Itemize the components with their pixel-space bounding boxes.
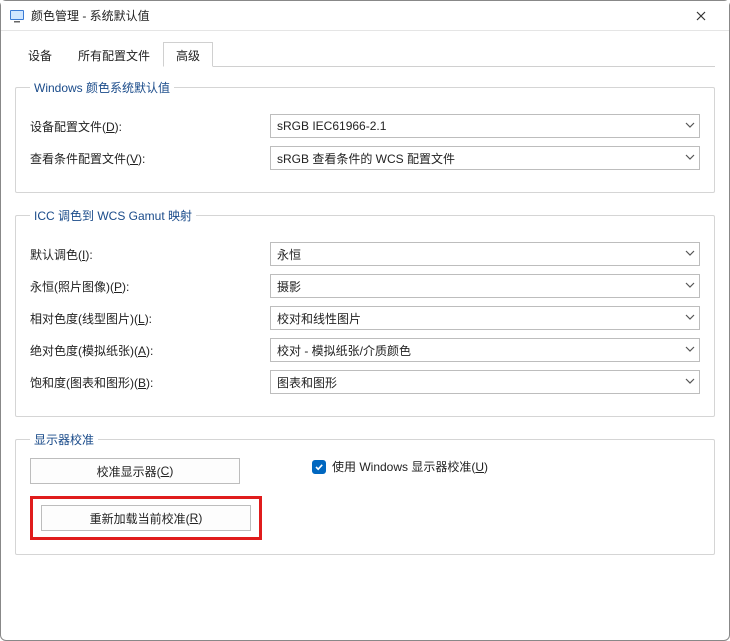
perceptual-select[interactable]: 摄影 [270,274,700,298]
use-windows-calibration-checkbox[interactable]: 使用 Windows 显示器校准(U) [312,458,488,475]
viewing-profile-value: sRGB 查看条件的 WCS 配置文件 [277,150,455,167]
tab-all-profiles[interactable]: 所有配置文件 [65,42,163,67]
tab-advanced[interactable]: 高级 [163,42,213,67]
saturation-select[interactable]: 图表和图形 [270,370,700,394]
perceptual-value: 摄影 [277,278,301,295]
default-render-value: 永恒 [277,246,301,263]
group-display-calibration: 显示器校准 校准显示器(C) 重新加载当前校准(R) 使用 Windows 显示… [15,431,715,555]
app-icon [9,8,25,24]
chevron-down-icon [685,343,695,357]
relative-colorimetric-value: 校对和线性图片 [277,310,361,327]
close-button[interactable] [681,2,721,30]
group-display-calibration-legend: 显示器校准 [30,431,98,448]
tab-devices[interactable]: 设备 [15,42,65,67]
group-icc-wcs: ICC 调色到 WCS Gamut 映射 默认调色(I): 永恒 永恒(照片图像… [15,207,715,417]
use-windows-calibration-label: 使用 Windows 显示器校准(U) [332,458,488,475]
highlight-annotation: 重新加载当前校准(R) [30,496,262,540]
check-icon [312,460,326,474]
viewing-profile-label: 查看条件配置文件(V): [30,150,270,167]
absolute-colorimetric-select[interactable]: 校对 - 模拟纸张/介质颜色 [270,338,700,362]
window-title: 颜色管理 - 系统默认值 [31,7,150,24]
chevron-down-icon [685,279,695,293]
chevron-down-icon [685,311,695,325]
group-windows-defaults-legend: Windows 颜色系统默认值 [30,79,174,96]
tab-strip: 设备 所有配置文件 高级 [15,41,715,67]
relative-colorimetric-select[interactable]: 校对和线性图片 [270,306,700,330]
reload-calibration-button[interactable]: 重新加载当前校准(R) [41,505,251,531]
device-profile-select[interactable]: sRGB IEC61966-2.1 [270,114,700,138]
absolute-colorimetric-label: 绝对色度(模拟纸张)(A): [30,342,270,359]
device-profile-value: sRGB IEC61966-2.1 [277,119,386,133]
chevron-down-icon [685,375,695,389]
calibrate-display-button[interactable]: 校准显示器(C) [30,458,240,484]
relative-colorimetric-label: 相对色度(线型图片)(L): [30,310,270,327]
saturation-value: 图表和图形 [277,374,337,391]
absolute-colorimetric-value: 校对 - 模拟纸张/介质颜色 [277,342,411,359]
default-render-label: 默认调色(I): [30,246,270,263]
titlebar: 颜色管理 - 系统默认值 [1,1,729,31]
default-render-select[interactable]: 永恒 [270,242,700,266]
device-profile-label: 设备配置文件(D): [30,118,270,135]
chevron-down-icon [685,151,695,165]
chevron-down-icon [685,247,695,261]
group-icc-wcs-legend: ICC 调色到 WCS Gamut 映射 [30,207,196,224]
saturation-label: 饱和度(图表和图形)(B): [30,374,270,391]
perceptual-label: 永恒(照片图像)(P): [30,278,270,295]
group-windows-defaults: Windows 颜色系统默认值 设备配置文件(D): sRGB IEC61966… [15,79,715,193]
chevron-down-icon [685,119,695,133]
viewing-profile-select[interactable]: sRGB 查看条件的 WCS 配置文件 [270,146,700,170]
